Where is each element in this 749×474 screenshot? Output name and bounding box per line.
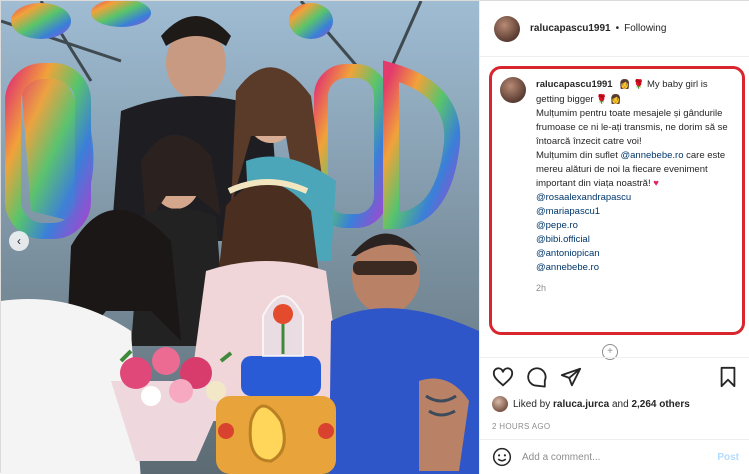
follow-status-button[interactable]: Following (624, 23, 666, 34)
caption-timestamp: 2h (536, 283, 547, 293)
emoji-picker-icon[interactable] (492, 447, 512, 467)
mention-link[interactable]: @annebebe.ro (536, 261, 732, 275)
action-icons-row (492, 366, 739, 388)
post-photo[interactable]: ‹ (1, 1, 479, 474)
comment-bar: Post (480, 439, 749, 474)
likes-summary: Liked by raluca.jurca and 2,264 others (492, 396, 739, 412)
author-avatar[interactable] (494, 15, 520, 42)
likes-joiner: and (611, 398, 629, 410)
post-modal: ‹ ralucapascu1991 • Following ralucapasc… (0, 0, 749, 474)
post-header: ralucapascu1991 • Following (480, 1, 749, 57)
caption-line-2: Mulțumim pentru toate mesajele și gândur… (536, 108, 728, 147)
rose-emoji-icon: 🌹 (633, 79, 645, 89)
post-comment-button[interactable]: Post (717, 452, 739, 463)
share-icon[interactable] (560, 366, 582, 388)
family-photo-illustration (1, 1, 479, 474)
caption-author-avatar[interactable] (500, 77, 526, 103)
inline-mention-link[interactable]: @annebebe.ro (620, 150, 683, 161)
heart-icon[interactable] (492, 366, 514, 388)
caption: ralucapascu1991 👩 🌹 My baby girl is gett… (500, 77, 734, 295)
mention-link[interactable]: @pepe.ro (536, 219, 732, 233)
comment-icon[interactable] (526, 366, 548, 388)
mention-link[interactable]: @mariapascu1 (536, 205, 732, 219)
post-sidebar: ralucapascu1991 • Following ralucapascu1… (479, 1, 749, 474)
liker-username[interactable]: raluca.jurca (553, 399, 609, 410)
caption-text: ralucapascu1991 👩 🌹 My baby girl is gett… (536, 77, 732, 295)
mention-link[interactable]: @rosaalexandrapascu (536, 191, 732, 205)
likes-count-link[interactable]: 2,264 others (631, 399, 689, 410)
likes-prefix: Liked by (513, 398, 551, 410)
post-timestamp[interactable]: 2 HOURS AGO (492, 422, 739, 431)
heart-emoji-icon: ♥ (653, 178, 659, 189)
header-separator: • (615, 23, 620, 34)
liker-avatar[interactable] (492, 396, 508, 412)
previous-photo-button[interactable]: ‹ (9, 231, 29, 251)
woman-emoji-icon: 👩 (619, 79, 631, 89)
bookmark-icon[interactable] (717, 366, 739, 388)
post-actions: Liked by raluca.jurca and 2,264 others 2… (480, 357, 749, 431)
author-username[interactable]: ralucapascu1991 (530, 23, 611, 34)
rose-emoji-icon: 🌹 (596, 94, 608, 104)
mention-link[interactable]: @antoniopican (536, 247, 732, 261)
comment-input[interactable] (522, 451, 718, 463)
caption-username[interactable]: ralucapascu1991 (536, 79, 613, 90)
mention-link[interactable]: @bibi.official (536, 233, 732, 247)
chevron-left-icon: ‹ (17, 234, 21, 248)
caption-highlight-box: ralucapascu1991 👩 🌹 My baby girl is gett… (489, 66, 745, 335)
woman-emoji-icon: 👩 (610, 94, 622, 104)
plus-circle-icon: + (607, 346, 613, 357)
caption-line-3: Mulțumim din suflet (536, 150, 618, 161)
